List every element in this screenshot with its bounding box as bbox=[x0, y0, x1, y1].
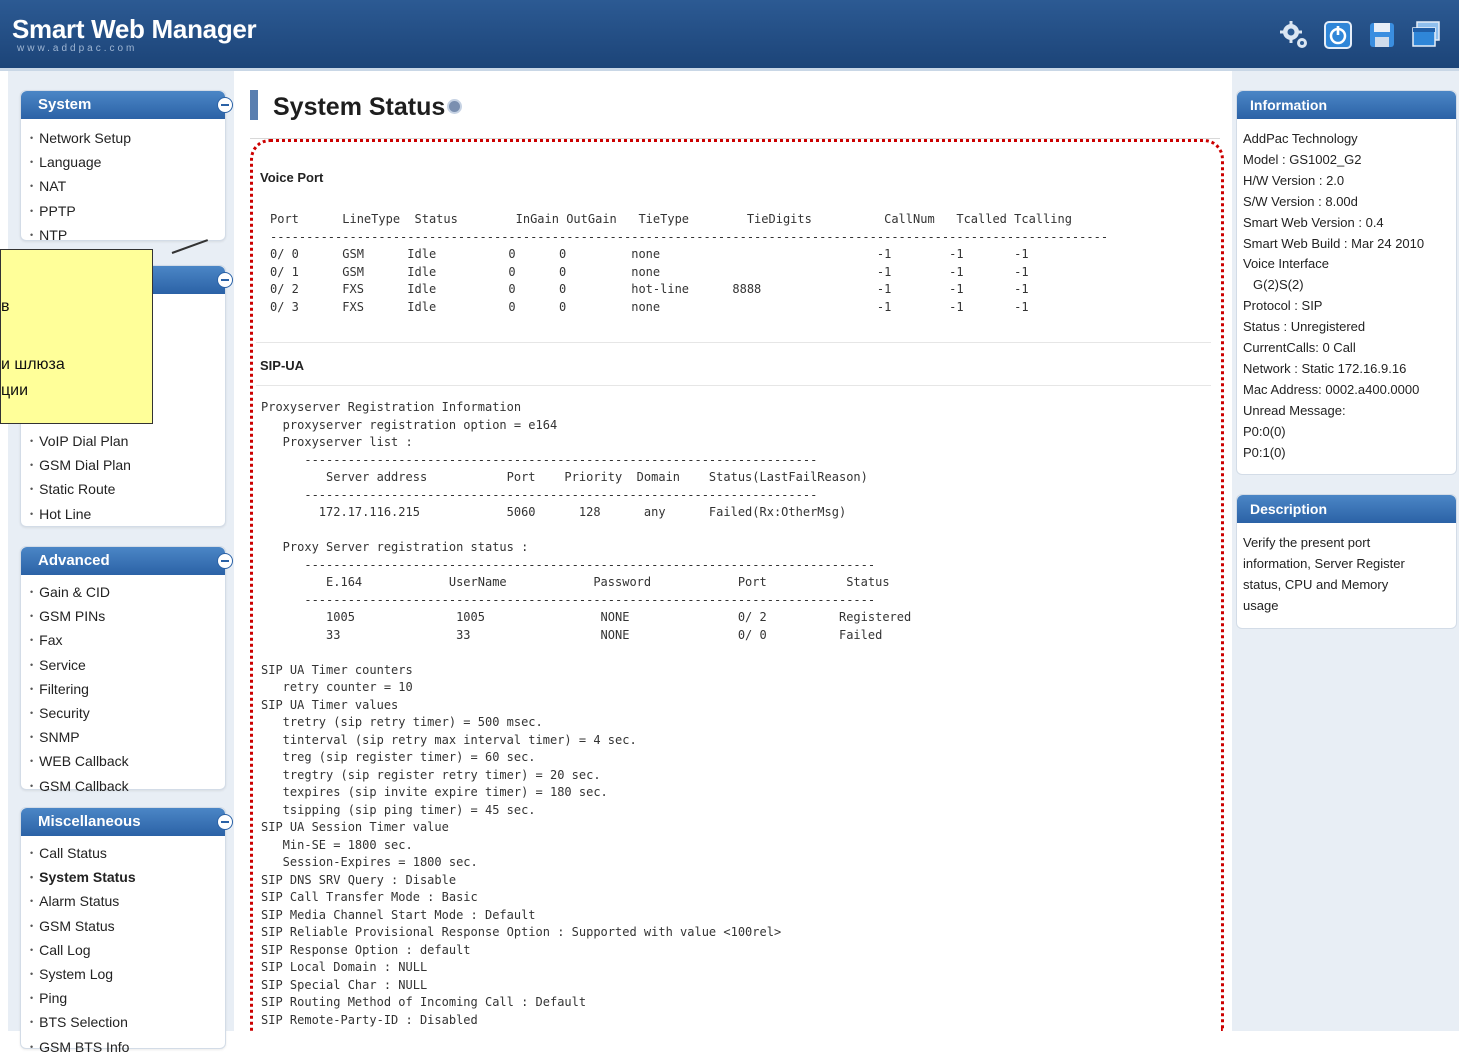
description-line: information, Server Register bbox=[1243, 555, 1405, 571]
brand-logo[interactable]: Smart Web Manager bbox=[12, 14, 257, 45]
info-line: Smart Web Build : Mar 24 2010 bbox=[1243, 235, 1425, 251]
sidebar-item-pptp[interactable]: PPTP bbox=[30, 200, 225, 224]
system-panel: System Network Setup Language NAT PPTP N… bbox=[20, 90, 233, 243]
section-divider bbox=[256, 342, 1211, 343]
description-panel: Description Verify the present port info… bbox=[1236, 494, 1457, 629]
misc-panel: Miscellaneous Call Status System Status … bbox=[20, 807, 233, 1055]
info-line: AddPac Technology bbox=[1243, 131, 1358, 146]
sidebar-item-network-setup[interactable]: Network Setup bbox=[30, 127, 225, 151]
information-panel-header: Information bbox=[1237, 91, 1456, 119]
sip-ua-status-text: Proxyserver Registration Information pro… bbox=[261, 400, 912, 1027]
sidebar-item-gsm-callback[interactable]: GSM Callback bbox=[30, 775, 225, 799]
sidebar-item-gsm-dial-plan[interactable]: GSM Dial Plan bbox=[30, 454, 131, 478]
sidebar-item-system-status[interactable]: System Status bbox=[30, 866, 225, 890]
info-line: S/W Version : 8.00d bbox=[1243, 193, 1358, 209]
callout-line: в bbox=[1, 298, 10, 315]
page-title: System Status bbox=[273, 93, 463, 122]
info-line: H/W Version : 2.0 bbox=[1243, 172, 1345, 188]
collapse-icon[interactable] bbox=[217, 553, 233, 569]
sidebar-item-language[interactable]: Language bbox=[30, 151, 225, 175]
annotation-callout: в и шлюза ции bbox=[0, 249, 153, 424]
sidebar-item-static-route[interactable]: Static Route bbox=[30, 478, 131, 502]
information-panel: Information AddPac Technology Model : GS… bbox=[1236, 90, 1457, 475]
help-icon[interactable] bbox=[447, 98, 463, 114]
sidebar-item-ping[interactable]: Ping bbox=[30, 987, 225, 1011]
description-panel-header: Description bbox=[1237, 495, 1456, 523]
page-title-text: System Status bbox=[273, 93, 446, 121]
settings-gear-icon[interactable] bbox=[1279, 20, 1309, 50]
system-panel-title: System bbox=[38, 96, 92, 113]
sidebar-item-gain-cid[interactable]: Gain & CID bbox=[30, 581, 225, 605]
voice-port-heading: Voice Port bbox=[260, 170, 324, 185]
sidebar-item-call-log[interactable]: Call Log bbox=[30, 939, 225, 963]
info-line: Voice Interface bbox=[1243, 256, 1329, 272]
info-line: Model : GS1002_G2 bbox=[1243, 151, 1362, 167]
header-toolbar bbox=[1279, 20, 1441, 50]
info-line: Status : Unregistered bbox=[1243, 319, 1366, 335]
sidebar-item-service[interactable]: Service bbox=[30, 654, 225, 678]
advanced-panel: Advanced Gain & CID GSM PINs Fax Service… bbox=[20, 546, 233, 794]
sip-ua-heading: SIP-UA bbox=[260, 358, 305, 373]
sidebar-item-web-callback[interactable]: WEB Callback bbox=[30, 750, 225, 774]
misc-panel-title: Miscellaneous bbox=[38, 813, 141, 830]
misc-panel-header[interactable]: Miscellaneous bbox=[21, 808, 233, 836]
collapse-icon[interactable] bbox=[217, 272, 233, 288]
callout-line: ции bbox=[1, 382, 29, 399]
sidebar-item-gsm-pins[interactable]: GSM PINs bbox=[30, 605, 225, 629]
sidebar-item-filtering[interactable]: Filtering bbox=[30, 678, 225, 702]
info-line: Smart Web Version : 0.4 bbox=[1243, 214, 1384, 230]
info-line: Unread Message: bbox=[1243, 402, 1346, 418]
system-panel-header[interactable]: System bbox=[21, 91, 233, 119]
sidebar-item-gsm-bts-info[interactable]: GSM BTS Info bbox=[30, 1036, 225, 1060]
sidebar-item-system-log[interactable]: System Log bbox=[30, 963, 225, 987]
callout-line: и шлюза bbox=[1, 356, 65, 373]
brand-url: www.addpac.com bbox=[17, 43, 138, 54]
sidebar-item-hot-line[interactable]: Hot Line bbox=[30, 503, 131, 527]
description-line: usage bbox=[1243, 597, 1279, 613]
description-line: Verify the present port bbox=[1243, 535, 1371, 550]
sidebar-item-security[interactable]: Security bbox=[30, 702, 225, 726]
advanced-panel-title: Advanced bbox=[38, 552, 110, 569]
info-line: P0:1(0) bbox=[1243, 444, 1286, 460]
info-line: Mac Address: 0002.a400.0000 bbox=[1243, 381, 1420, 397]
save-disk-icon[interactable] bbox=[1367, 20, 1397, 50]
sidebar-item-alarm-status[interactable]: Alarm Status bbox=[30, 890, 225, 914]
info-line: CurrentCalls: 0 Call bbox=[1243, 340, 1356, 356]
info-line: P0:0(0) bbox=[1243, 423, 1286, 439]
power-icon[interactable] bbox=[1323, 20, 1353, 50]
sidebar-item-snmp[interactable]: SNMP bbox=[30, 726, 225, 750]
description-line: status, CPU and Memory bbox=[1243, 576, 1389, 592]
section-divider bbox=[256, 385, 1211, 386]
info-line: Protocol : SIP bbox=[1243, 298, 1323, 314]
collapse-icon[interactable] bbox=[217, 97, 233, 113]
app-header: Smart Web Manager www.addpac.com bbox=[0, 0, 1459, 71]
sidebar-item-call-status[interactable]: Call Status bbox=[30, 842, 225, 866]
title-accent-bar bbox=[250, 90, 258, 120]
info-line: G(2)S(2) bbox=[1253, 277, 1304, 293]
sidebar-item-bts-selection[interactable]: BTS Selection bbox=[30, 1011, 225, 1035]
voice-port-table: Port LineType Status InGain OutGain TieT… bbox=[270, 212, 1109, 314]
sidebar-item-fax[interactable]: Fax bbox=[30, 629, 225, 653]
info-line: Network : Static 172.16.9.16 bbox=[1243, 360, 1407, 376]
sidebar-item-voip-dial-plan[interactable]: VoIP Dial Plan bbox=[30, 430, 131, 454]
window-icon[interactable] bbox=[1411, 20, 1441, 50]
sidebar-item-gsm-status[interactable]: GSM Status bbox=[30, 915, 225, 939]
title-divider bbox=[250, 138, 1220, 139]
collapse-icon[interactable] bbox=[217, 814, 233, 830]
sidebar-item-nat[interactable]: NAT bbox=[30, 175, 225, 199]
advanced-panel-header[interactable]: Advanced bbox=[21, 547, 233, 575]
